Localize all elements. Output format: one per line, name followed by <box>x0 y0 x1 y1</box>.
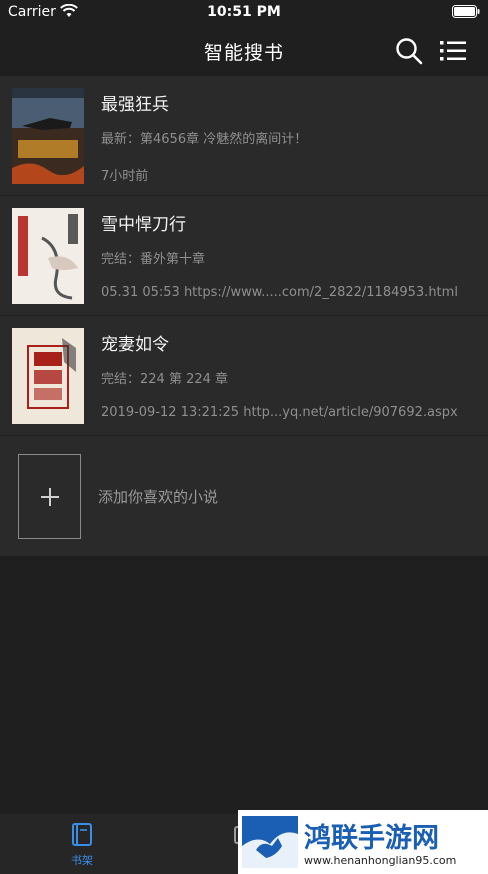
status-bar: Carrier 10:51 PM <box>0 0 488 26</box>
book-title: 最强狂兵 <box>101 95 169 115</box>
tab-label: 书架 <box>71 854 93 867</box>
book-update-time: 7小时前 <box>101 169 149 184</box>
book-title: 雪中悍刀行 <box>101 215 186 235</box>
book-item[interactable]: 雪中悍刀行 完结：番外第十章 05.31 05:53 https://www..… <box>0 196 488 316</box>
book-item[interactable]: 宠妻如令 完结：224 第 224 章 2019-09-12 13:21:25 … <box>0 316 488 436</box>
book-title: 宠妻如令 <box>101 335 169 355</box>
add-book-label: 添加你喜欢的小说 <box>98 488 219 506</box>
tab-bookshelf[interactable]: 书架 <box>52 822 112 868</box>
book-icon <box>72 823 92 846</box>
book-latest-chapter: 完结：224 第 224 章 <box>101 372 229 387</box>
book-cover-image <box>12 208 84 304</box>
search-icon[interactable] <box>395 37 423 65</box>
watermark-url: www.henanhonglian95.com <box>304 854 457 867</box>
watermark-name: 鸿联手游网 <box>304 823 439 854</box>
list-menu-icon[interactable] <box>440 39 466 63</box>
book-cover-image <box>12 88 84 184</box>
bookshelf-list: 最强狂兵 最新：第4656章 冷魅然的离间计！ 7小时前 雪中悍刀行 完结：番外… <box>0 76 488 556</box>
plus-icon-vertical <box>49 488 51 506</box>
watermark-logo <box>242 816 298 868</box>
book-latest-chapter: 完结：番外第十章 <box>101 252 206 267</box>
add-book-button[interactable]: 添加你喜欢的小说 <box>0 436 488 556</box>
battery-icon <box>452 5 480 18</box>
book-update-time: 2019-09-12 13:21:25 http...yq.net/articl… <box>101 405 458 420</box>
status-time: 10:51 PM <box>207 4 281 20</box>
watermark: 鸿联手游网 www.henanhonglian95.com <box>238 810 488 874</box>
book-item[interactable]: 最强狂兵 最新：第4656章 冷魅然的离间计！ 7小时前 <box>0 76 488 196</box>
book-update-time: 05.31 05:53 https://www.....com/2_2822/1… <box>101 285 458 300</box>
book-cover-image <box>12 328 84 424</box>
add-book-box[interactable] <box>18 454 81 539</box>
book-latest-chapter: 最新：第4656章 冷魅然的离间计！ <box>101 132 308 147</box>
nav-bar: 智能搜书 <box>0 26 488 76</box>
